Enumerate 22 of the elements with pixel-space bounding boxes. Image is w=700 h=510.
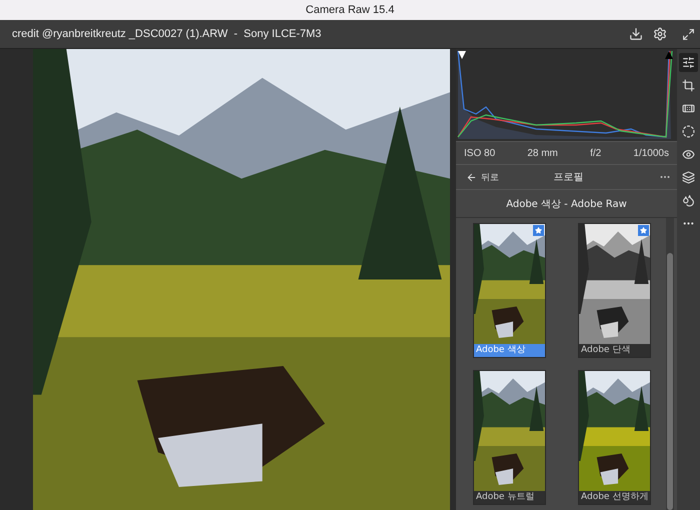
panel-title: 프로필 bbox=[552, 171, 584, 184]
favorite-star-icon[interactable] bbox=[638, 225, 649, 236]
shadow-clipping-icon[interactable] bbox=[458, 51, 466, 59]
profile-name: Adobe 뉴트럴 bbox=[474, 491, 545, 504]
highlight-clipping-icon[interactable] bbox=[665, 51, 673, 59]
profile-name: Adobe 단색 bbox=[579, 344, 650, 357]
file-info: credit @ryanbreitkreutz _DSC0027 (1).ARW - Sony ILCE-7M3 bbox=[12, 28, 322, 40]
exif-value: 1/1000s bbox=[633, 148, 669, 158]
profile-thumbnail[interactable]: Adobe 단색 bbox=[578, 223, 651, 358]
back-arrow-icon[interactable] bbox=[466, 172, 477, 182]
sliders-icon[interactable] bbox=[679, 53, 698, 72]
favorite-star-icon[interactable] bbox=[533, 225, 544, 236]
exif-value: ISO 80 bbox=[464, 148, 496, 158]
profile-name: Adobe 선명하게 bbox=[579, 491, 650, 504]
exif-value: 28 mm bbox=[527, 148, 558, 158]
exif-value: f/2 bbox=[590, 148, 602, 158]
back-button[interactable]: 뒤로 bbox=[466, 170, 516, 184]
window-title: Camera Raw 15.4 bbox=[306, 4, 394, 16]
profile-name: Adobe 색상 bbox=[474, 344, 545, 357]
profile-thumbnail[interactable]: Adobe 뉴트럴 bbox=[473, 370, 546, 505]
profile-thumbnail[interactable]: Adobe 선명하게 bbox=[578, 370, 651, 505]
scrollbar[interactable] bbox=[666, 218, 674, 510]
